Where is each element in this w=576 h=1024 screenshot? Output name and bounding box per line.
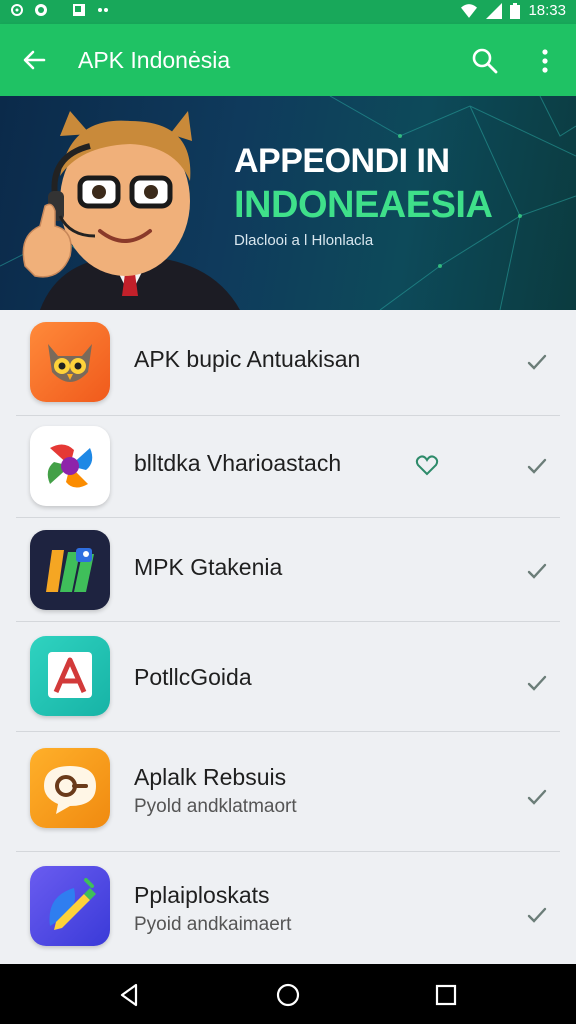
letter-a-app-icon	[30, 636, 110, 716]
whatsapp-icon	[35, 4, 47, 16]
image-icon	[73, 4, 85, 16]
app-description: Pyoid andkaimaert	[134, 914, 292, 935]
banner-headline-line2: INDONEAESIA	[234, 184, 493, 226]
chat-bubble-app-icon	[30, 748, 110, 828]
status-time: 18:33	[528, 2, 566, 19]
app-bar: APK Indonėsia	[0, 24, 576, 96]
photo-pinwheel-app-icon	[30, 426, 110, 506]
owl-app-icon	[30, 322, 110, 402]
app-description: Pyold andklatmaort	[134, 796, 297, 817]
check-icon[interactable]	[526, 351, 548, 373]
nav-recents-icon[interactable]	[432, 981, 460, 1009]
android-icon	[11, 4, 23, 16]
app-name: MPK Gtakenia	[134, 554, 283, 580]
back-arrow-icon[interactable]	[20, 46, 48, 74]
app-name: Aplalk Rebsuis	[134, 764, 287, 790]
search-icon[interactable]	[470, 46, 500, 76]
wifi-icon	[461, 3, 478, 18]
more-vert-icon[interactable]	[532, 46, 558, 76]
pencil-app-icon	[30, 866, 110, 946]
dots-icon	[98, 8, 108, 12]
list-item[interactable]: PotllcGoida	[0, 622, 576, 732]
check-icon[interactable]	[526, 786, 548, 808]
app-name: blltdka Vharioastach	[134, 450, 342, 476]
list-item[interactable]: APK bupic Antuakisan	[0, 310, 576, 416]
app-name: PotllcGoida	[134, 664, 252, 690]
banner-headline-line1: APPEONDI IN	[234, 142, 450, 180]
app-name: Pplaiploskats	[134, 882, 270, 908]
signal-icon	[486, 2, 503, 19]
banner-subtitle: Dlaclooi a l Hlonlacla	[234, 232, 374, 249]
stripes-app-icon	[30, 530, 110, 610]
list-item[interactable]: blltdka Vharioastach	[0, 416, 576, 518]
check-icon[interactable]	[526, 904, 548, 926]
promo-banner[interactable]: APPEONDI IN INDONEAESIA Dlaclooi a l Hlo…	[0, 96, 576, 310]
list-item[interactable]: Aplalk Rebsuis Pyold andklatmaort	[0, 732, 576, 852]
mascot-illustration	[22, 111, 240, 310]
nav-home-icon[interactable]	[274, 981, 302, 1009]
system-nav-bar	[0, 964, 576, 1024]
battery-icon	[510, 2, 521, 19]
check-icon[interactable]	[526, 455, 548, 477]
status-bar: 18:33	[0, 0, 576, 24]
list-item[interactable]: Pplaiploskats Pyoid andkaimaert	[0, 852, 576, 964]
heart-icon[interactable]	[415, 454, 439, 476]
check-icon[interactable]	[526, 672, 548, 694]
page-title: APK Indonėsia	[78, 47, 231, 73]
nav-back-icon[interactable]	[116, 981, 144, 1009]
list-item[interactable]: MPK Gtakenia	[0, 518, 576, 622]
app-name: APK bupic Antuakisan	[134, 346, 361, 372]
check-icon[interactable]	[526, 560, 548, 582]
